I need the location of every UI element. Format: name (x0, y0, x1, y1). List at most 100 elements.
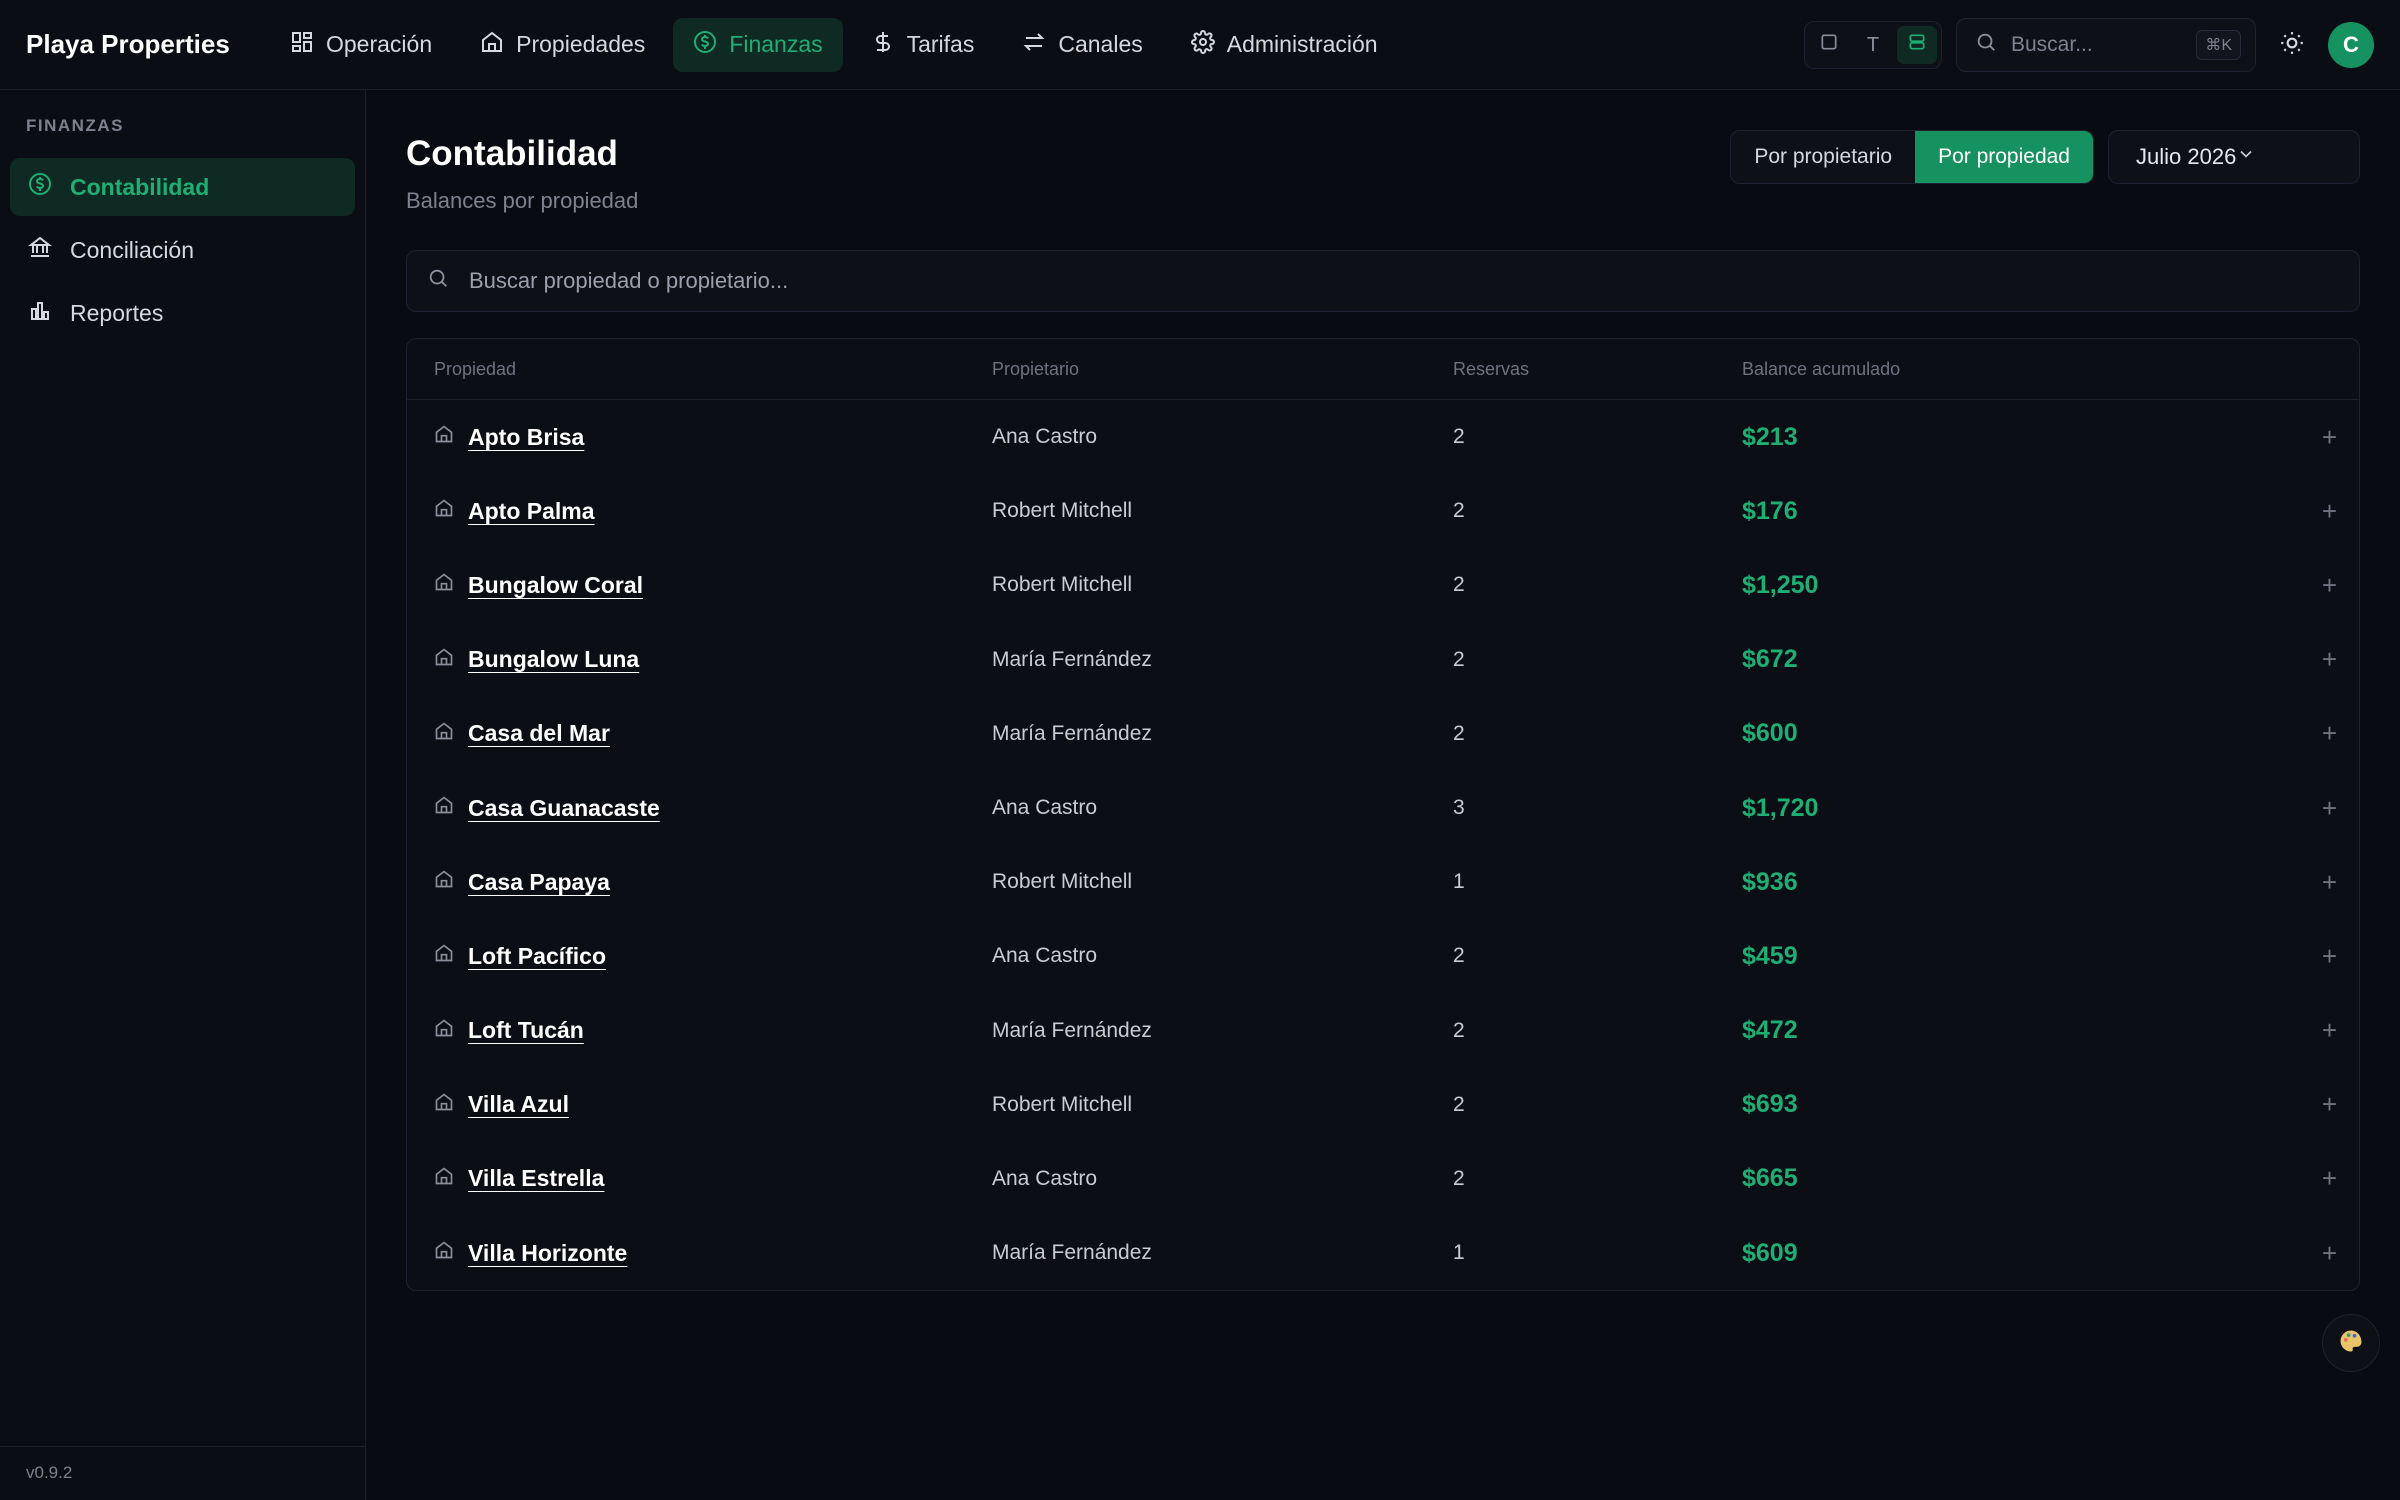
by-owner-button[interactable]: Por propietario (1731, 131, 1915, 183)
search-icon (1975, 31, 1997, 59)
cell-balance: $459 (1742, 942, 2262, 971)
brand-logo[interactable]: Playa Properties (26, 29, 266, 60)
cell-bookings: 1 (1453, 870, 1465, 894)
nav-label: Tarifas (906, 31, 975, 57)
cell-balance: $600 (1742, 719, 2262, 748)
house-icon (434, 1240, 454, 1266)
house-icon (434, 1018, 454, 1044)
house-icon (434, 869, 454, 895)
arrows-icon (1022, 30, 1046, 60)
cell-balance: $472 (1742, 1016, 2262, 1045)
balance-value: $693 (1742, 1090, 1798, 1119)
table-row: Casa Guanacaste Ana Castro 3 $1,720 + (407, 771, 2359, 845)
property-link[interactable]: Villa Azul (468, 1091, 569, 1118)
expand-row-button[interactable]: + (2322, 496, 2337, 527)
cell-balance: $213 (1742, 423, 2262, 452)
nav-item-tarifas[interactable]: Tarifas (851, 18, 995, 72)
table-body: Apto Brisa Ana Castro 2 $213 + Apto Palma Robe… (407, 400, 2359, 1290)
sidebar-section-title: FINANZAS (26, 116, 124, 135)
cell-bookings: 3 (1453, 796, 1465, 820)
nav-item-canales[interactable]: Canales (1002, 18, 1162, 72)
sidebar-item-reportes[interactable]: Reportes (10, 284, 355, 342)
main-content: Contabilidad Balances por propiedad Por … (406, 90, 2360, 1292)
shortcut-badge: ⌘K (2196, 30, 2241, 60)
gear-icon (1190, 29, 1215, 60)
cell-balance: $693 (1742, 1090, 2262, 1119)
cell-balance: $665 (1742, 1164, 2262, 1193)
table-row: Bungalow Coral Robert Mitchell 2 $1,250 + (407, 548, 2359, 622)
nav-item-finanzas[interactable]: Finanzas (673, 17, 843, 72)
expand-row-button[interactable]: + (2322, 1089, 2337, 1120)
property-link[interactable]: Casa Papaya (468, 869, 610, 896)
expand-row-button[interactable]: + (2322, 1015, 2337, 1046)
cell-owner: Ana Castro (992, 796, 1098, 820)
house-icon (434, 795, 454, 821)
property-link[interactable]: Villa Horizonte (468, 1240, 627, 1267)
balance-value: $936 (1742, 867, 1798, 896)
balance-value: $176 (1742, 496, 1798, 525)
table-row: Villa Estrella Ana Castro 2 $665 + (407, 1142, 2359, 1216)
global-search-placeholder: Buscar... (2011, 33, 2093, 56)
view-text-button[interactable]: T (1853, 26, 1893, 64)
cell-bookings: 2 (1453, 573, 1465, 597)
balance-value: $459 (1742, 941, 1798, 970)
top-right-controls: T Buscar... ⌘K C (1804, 18, 2374, 72)
cell-actions: + (2262, 570, 2359, 601)
global-search[interactable]: Buscar... ⌘K (1956, 18, 2256, 72)
expand-row-button[interactable]: + (2322, 644, 2337, 675)
month-select[interactable]: Julio 2026 (2108, 130, 2360, 184)
nav-item-operacion[interactable]: Operación (270, 18, 452, 72)
property-link[interactable]: Loft Tucán (468, 1017, 584, 1044)
cell-owner: Robert Mitchell (992, 1092, 1133, 1116)
cell-owner: Ana Castro (992, 1166, 1098, 1190)
nav-label: Administración (1226, 31, 1378, 57)
balance-value: $609 (1742, 1238, 1798, 1267)
palette-icon (2337, 1327, 2365, 1360)
cell-actions: + (2262, 644, 2359, 675)
property-link[interactable]: Apto Brisa (468, 424, 584, 451)
balance-value: $1,250 (1742, 570, 1819, 599)
cell-property: Villa Estrella (407, 1165, 992, 1192)
sidebar-item-contabilidad[interactable]: Contabilidad (10, 158, 355, 216)
cell-owner: María Fernández (992, 1018, 1152, 1042)
nav-item-propiedades[interactable]: Propiedades (460, 18, 665, 72)
property-link[interactable]: Bungalow Coral (468, 572, 643, 599)
property-link[interactable]: Apto Palma (468, 498, 595, 525)
sun-icon (2279, 30, 2305, 61)
cell-bookings: 2 (1453, 647, 1465, 671)
expand-row-button[interactable]: + (2322, 422, 2337, 453)
property-link[interactable]: Casa Guanacaste (468, 795, 660, 822)
rows-icon (1907, 32, 1927, 58)
property-link[interactable]: Bungalow Luna (468, 646, 639, 673)
sidebar-item-conciliacion[interactable]: Conciliación (10, 221, 355, 279)
nav-item-administracion[interactable]: Administración (1171, 18, 1398, 72)
expand-row-button[interactable]: + (2322, 793, 2337, 824)
theme-palette-button[interactable] (2322, 1314, 2380, 1372)
view-square-button[interactable] (1809, 26, 1849, 64)
theme-toggle-button[interactable] (2270, 23, 2314, 67)
home-icon (480, 30, 504, 60)
expand-row-button[interactable]: + (2322, 941, 2337, 972)
cell-property: Casa Guanacaste (407, 795, 992, 822)
expand-row-button[interactable]: + (2322, 570, 2337, 601)
expand-row-button[interactable]: + (2322, 718, 2337, 749)
view-list-button[interactable] (1897, 26, 1937, 64)
avatar[interactable]: C (2328, 22, 2374, 68)
table-row: Casa Papaya Robert Mitchell 1 $936 + (407, 845, 2359, 919)
property-link[interactable]: Loft Pacífico (468, 943, 606, 970)
cell-property: Loft Pacífico (407, 943, 992, 970)
property-link[interactable]: Villa Estrella (468, 1165, 604, 1192)
expand-row-button[interactable]: + (2322, 1163, 2337, 1194)
house-icon (434, 943, 454, 969)
table-row: Loft Pacífico Ana Castro 2 $459 + (407, 919, 2359, 993)
expand-row-button[interactable]: + (2322, 1238, 2337, 1269)
cell-actions: + (2262, 1238, 2359, 1269)
by-property-button[interactable]: Por propiedad (1915, 131, 2093, 183)
expand-row-button[interactable]: + (2322, 867, 2337, 898)
property-link[interactable]: Casa del Mar (468, 720, 610, 747)
balance-value: $1,720 (1742, 793, 1819, 822)
cell-bookings: 2 (1453, 944, 1465, 968)
cell-actions: + (2262, 1163, 2359, 1194)
house-icon (434, 424, 454, 450)
table-search-input[interactable]: Buscar propiedad o propietario... (406, 250, 2360, 312)
